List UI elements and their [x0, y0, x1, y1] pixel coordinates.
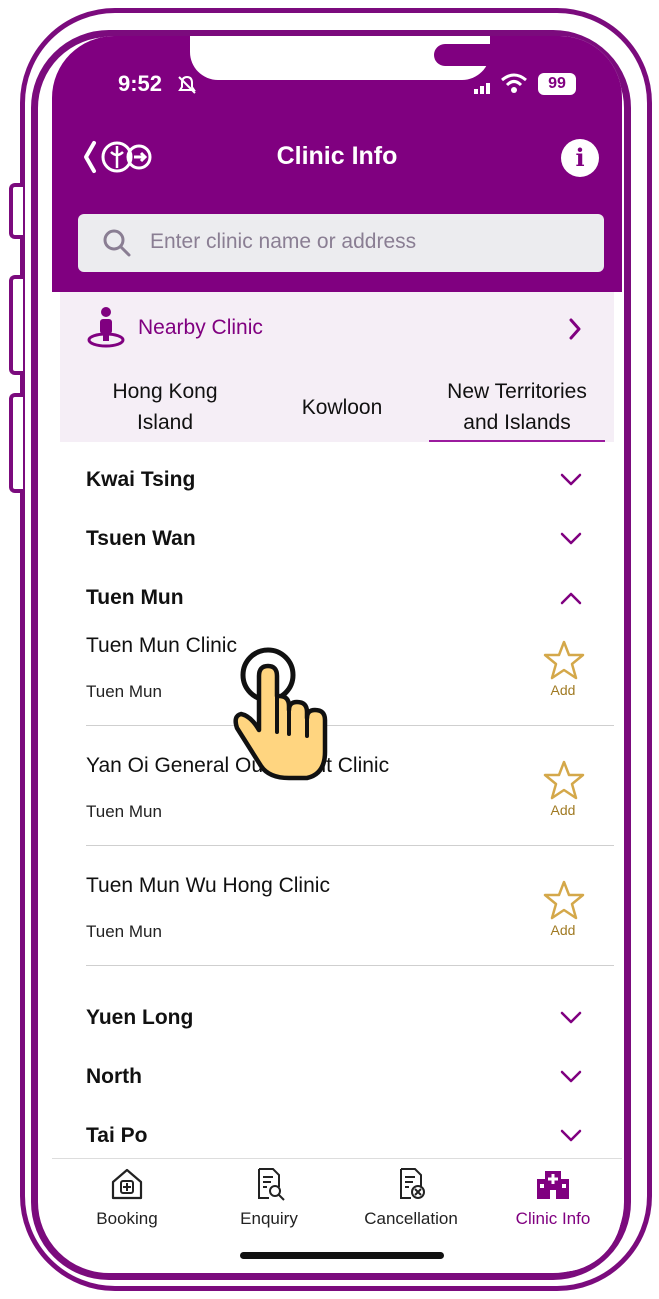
divider: [86, 965, 614, 966]
nearby-clinic-label: Nearby Clinic: [138, 316, 263, 339]
clinic-name[interactable]: Tuen Mun Clinic: [86, 634, 237, 658]
house-plus-icon: [111, 1168, 143, 1200]
region-kwai-tsing[interactable]: Kwai Tsing: [86, 468, 195, 492]
side-button-mute: [9, 183, 23, 239]
app-screen: 9:52 99 Clinic Info i Enter clinic name …: [52, 36, 622, 1272]
tab-cancellation[interactable]: Cancellation: [340, 1159, 482, 1259]
page-title: Clinic Info: [276, 142, 398, 170]
region-tabs: Hong Kong Island Kowloon New Territories…: [60, 364, 614, 445]
side-button-volume-up: [9, 275, 23, 375]
speaker: [434, 44, 522, 66]
chevron-right-icon: [569, 318, 581, 340]
tab-label: and Islands: [463, 411, 571, 434]
home-indicator: [240, 1252, 444, 1259]
clinic-district: Tuen Mun: [86, 682, 162, 701]
tab-label: Clinic Info: [515, 1209, 591, 1228]
tab-label: Hong Kong: [112, 380, 218, 403]
region-tuen-mun[interactable]: Tuen Mun: [86, 586, 184, 610]
tab-label: New Territories: [447, 380, 587, 403]
tab-hong-kong-island[interactable]: Hong Kong Island: [70, 376, 260, 438]
tab-label: Cancellation: [364, 1209, 458, 1228]
region-tai-po[interactable]: Tai Po: [86, 1124, 147, 1148]
star-icon[interactable]: [543, 640, 585, 680]
bell-muted-icon: [178, 75, 196, 94]
tap-gesture-hand-icon: [233, 647, 328, 781]
wifi-icon: [501, 73, 527, 93]
chevron-down-icon[interactable]: [560, 1011, 582, 1025]
document-search-icon: [258, 1168, 285, 1201]
chevron-down-icon[interactable]: [560, 1129, 582, 1143]
divider: [86, 845, 614, 846]
tab-clinic-info[interactable]: Clinic Info: [482, 1159, 622, 1259]
status-time: 9:52: [118, 71, 163, 96]
tab-label: Booking: [96, 1209, 158, 1228]
chevron-down-icon[interactable]: [560, 532, 582, 546]
tab-label: Enquiry: [240, 1209, 298, 1228]
region-yuen-long[interactable]: Yuen Long: [86, 1006, 193, 1030]
star-icon[interactable]: [543, 760, 585, 800]
tab-label: Kowloon: [301, 396, 383, 419]
hospital-icon: [537, 1171, 569, 1199]
battery-icon: 99: [538, 73, 576, 95]
search-input[interactable]: Enter clinic name or address: [78, 214, 604, 272]
clinic-district: Tuen Mun: [86, 922, 162, 941]
info-button[interactable]: i: [561, 139, 599, 177]
tab-enquiry[interactable]: Enquiry: [198, 1159, 340, 1259]
search-placeholder: Enter clinic name or address: [150, 230, 417, 253]
clinic-list: Kwai Tsing Tsuen Wan Tuen Mun Tuen Mun C…: [60, 442, 614, 1158]
app-header: 9:52 99 Clinic Info i Enter clinic name …: [52, 36, 622, 292]
tab-new-territories[interactable]: New Territories and Islands: [424, 376, 610, 438]
tab-booking[interactable]: Booking: [56, 1159, 198, 1259]
signal-icon: [474, 83, 490, 94]
tab-label: Island: [136, 411, 194, 434]
clinic-district: Tuen Mun: [86, 802, 162, 821]
chevron-down-icon[interactable]: [560, 1070, 582, 1084]
chevron-down-icon[interactable]: [560, 473, 582, 487]
side-button-volume-down: [9, 393, 23, 493]
star-icon[interactable]: [543, 880, 585, 920]
add-favorite-label[interactable]: Add: [540, 922, 586, 938]
search-icon: [103, 229, 131, 257]
region-north[interactable]: North: [86, 1065, 142, 1089]
region-tsuen-wan[interactable]: Tsuen Wan: [86, 527, 196, 551]
chevron-up-icon[interactable]: [560, 591, 582, 605]
nearby-clinic-row[interactable]: Nearby Clinic: [60, 292, 614, 364]
add-favorite-label[interactable]: Add: [540, 682, 586, 698]
person-location-icon: [87, 307, 125, 348]
add-favorite-label[interactable]: Add: [540, 802, 586, 818]
tab-kowloon[interactable]: Kowloon: [260, 392, 424, 423]
document-cancel-icon: [400, 1168, 425, 1199]
clinic-name[interactable]: Tuen Mun Wu Hong Clinic: [86, 874, 330, 898]
notch: [190, 36, 522, 80]
divider: [86, 725, 614, 726]
